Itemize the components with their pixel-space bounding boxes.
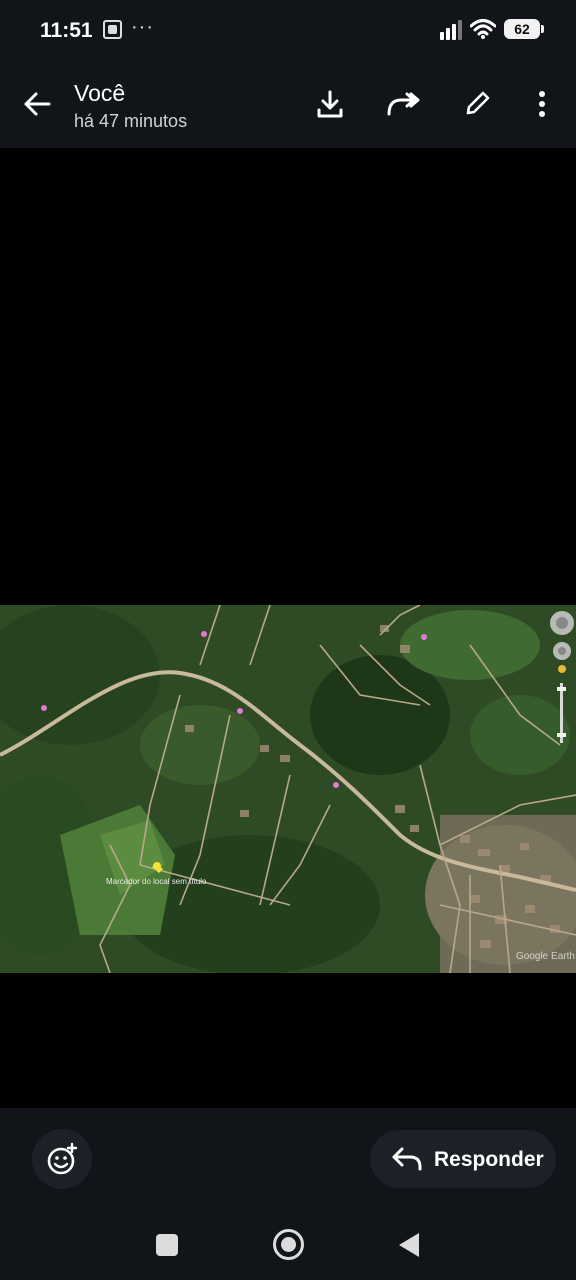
battery-indicator: 62 — [504, 19, 544, 39]
viewer-header: Você há 47 minutos — [0, 62, 576, 148]
more-options-button[interactable] — [524, 86, 560, 122]
map-poi-pin — [201, 631, 207, 637]
edit-button[interactable] — [459, 86, 495, 122]
google-earth-watermark: Google Earth — [516, 951, 575, 962]
download-button[interactable] — [312, 86, 348, 122]
back-button[interactable] — [18, 84, 58, 124]
satellite-map-image[interactable]: Marcador do local sem título Google Eart… — [0, 605, 576, 973]
reply-button[interactable]: Responder — [370, 1130, 556, 1188]
image-viewer[interactable]: Marcador do local sem título Google Eart… — [0, 148, 576, 1108]
download-icon — [317, 90, 343, 118]
wifi-icon — [470, 19, 496, 39]
forward-icon — [387, 92, 420, 116]
forward-button[interactable] — [385, 86, 421, 122]
more-vert-icon — [539, 91, 545, 117]
map-poi-pin — [237, 708, 243, 714]
map-marker-label: Marcador do local sem título — [106, 877, 207, 886]
back-icon[interactable] — [399, 1233, 419, 1257]
status-time: 11:51 — [40, 19, 93, 42]
satellite-map: Marcador do local sem título Google Eart… — [0, 605, 576, 973]
notification-icon — [103, 20, 122, 39]
map-poi-pin — [421, 634, 427, 640]
add-reaction-button[interactable] — [32, 1129, 92, 1189]
sender-name: Você — [74, 80, 126, 106]
edit-icon — [466, 91, 490, 115]
map-poi-pin — [41, 705, 47, 711]
system-navigation-bar — [0, 1216, 576, 1280]
sent-time: há 47 minutos — [74, 111, 188, 131]
status-indicators: 62 — [440, 18, 544, 40]
reply-label: Responder — [434, 1148, 544, 1171]
status-bar: 11:51 ··· 62 — [0, 0, 576, 62]
emoji-add-icon — [47, 1142, 78, 1175]
message-actions-bar: Responder — [0, 1108, 576, 1216]
signal-icon — [440, 18, 462, 40]
map-poi-pin — [333, 782, 339, 788]
more-notifications-indicator: ··· — [131, 16, 154, 38]
reply-icon — [392, 1147, 422, 1171]
home-icon[interactable] — [273, 1229, 304, 1260]
arrow-back-icon — [24, 92, 51, 116]
recent-apps-icon[interactable] — [156, 1234, 178, 1256]
